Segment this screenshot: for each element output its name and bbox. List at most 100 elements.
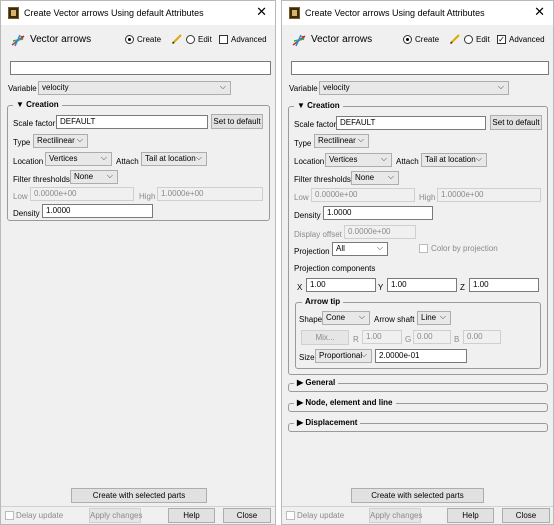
color-by-projection-label: Color by projection	[431, 244, 498, 253]
type-label: Type	[294, 139, 312, 148]
title-bar: Create Vector arrows Using default Attri…	[1, 1, 275, 25]
chevron-down-icon: ⌵	[195, 153, 202, 162]
x-input[interactable]: 1.00	[306, 278, 376, 292]
displacement-section-title[interactable]: ▶ Displacement	[294, 418, 361, 427]
attach-value: Tail at location	[145, 154, 196, 163]
close-button[interactable]: Close	[502, 508, 550, 523]
edit-radio[interactable]	[464, 35, 473, 44]
title-bar: Create Vector arrows Using default Attri…	[282, 1, 553, 25]
apply-changes-button[interactable]: Apply changes	[369, 508, 422, 523]
name-input[interactable]	[291, 61, 549, 75]
help-button[interactable]: Help	[447, 508, 494, 523]
creation-title[interactable]: ▼ Creation	[294, 101, 343, 110]
chevron-down-icon: ⌵	[475, 154, 482, 163]
scale-factor-input[interactable]: DEFAULT	[336, 116, 486, 130]
advanced-checkbox[interactable]	[219, 35, 228, 44]
advanced-label: Advanced	[509, 35, 545, 44]
name-input[interactable]	[10, 61, 271, 75]
advanced-label: Advanced	[231, 35, 267, 44]
g-input[interactable]: 0.00	[413, 330, 451, 344]
density-input[interactable]: 1.0000	[42, 204, 153, 218]
arrow-shaft-select[interactable]: Line ⌵	[417, 311, 451, 325]
filter-value: None	[355, 173, 375, 182]
apply-changes-button[interactable]: Apply changes	[89, 508, 142, 523]
scale-factor-input[interactable]: DEFAULT	[56, 115, 208, 129]
g-label: G	[405, 335, 412, 344]
attach-select[interactable]: Tail at location ⌵	[421, 153, 487, 167]
filter-thresholds-label: Filter thresholds	[13, 175, 70, 184]
header-title: Vector arrows	[311, 34, 373, 45]
node-element-line-section-title[interactable]: ▶ Node, element and line	[294, 398, 396, 407]
display-offset-input[interactable]: 0.0000e+00	[344, 225, 416, 239]
density-input[interactable]: 1.0000	[323, 206, 433, 220]
high-input[interactable]: 1.0000e+00	[157, 187, 263, 201]
projection-value: All	[336, 244, 345, 253]
create-with-selected-parts-button[interactable]: Create with selected parts	[351, 488, 484, 503]
high-input[interactable]: 1.0000e+00	[437, 188, 541, 202]
mix-button[interactable]: Mix...	[301, 330, 349, 345]
type-select[interactable]: Rectilinear ⌵	[33, 134, 88, 148]
divider	[282, 506, 553, 507]
close-icon[interactable]: ✕	[534, 5, 545, 19]
shape-select[interactable]: Cone ⌵	[322, 311, 370, 325]
create-radio[interactable]	[403, 35, 412, 44]
z-input[interactable]: 1.00	[469, 278, 539, 292]
delay-update-label: Delay update	[297, 511, 345, 520]
node-element-line-section-label: Node, element and line	[305, 398, 393, 407]
filter-select[interactable]: None ⌵	[70, 170, 118, 184]
b-label: B	[454, 335, 460, 344]
set-to-default-button[interactable]: Set to default	[490, 115, 542, 130]
size-select[interactable]: Proportional ⌵	[315, 349, 372, 363]
chevron-down-icon: ⌵	[219, 82, 226, 91]
color-by-projection-checkbox[interactable]	[419, 244, 428, 253]
type-value: Rectilinear	[318, 136, 356, 145]
size-number-input[interactable]: 2.0000e-01	[375, 349, 467, 363]
edit-label: Edit	[476, 35, 490, 44]
r-input[interactable]: 1.00	[362, 330, 402, 344]
pencil-icon	[449, 34, 460, 45]
projection-label: Projection	[294, 247, 330, 256]
create-with-selected-parts-button[interactable]: Create with selected parts	[71, 488, 207, 503]
attach-select[interactable]: Tail at location ⌵	[141, 152, 207, 166]
location-select[interactable]: Vertices ⌵	[325, 153, 392, 167]
location-value: Vertices	[49, 154, 78, 163]
y-input[interactable]: 1.00	[387, 278, 457, 292]
close-button[interactable]: Close	[223, 508, 271, 523]
location-select[interactable]: Vertices ⌵	[45, 152, 112, 166]
arrow-tip-title: Arrow tip	[302, 297, 344, 306]
variable-select[interactable]: velocity ⌵	[38, 81, 231, 95]
filter-select[interactable]: None ⌵	[351, 171, 399, 185]
divider	[1, 506, 275, 507]
density-label: Density	[13, 209, 40, 218]
general-section-title[interactable]: ▶ General	[294, 378, 339, 387]
creation-title[interactable]: ▼ Creation	[13, 100, 62, 109]
attach-label: Attach	[396, 157, 419, 166]
create-label: Create	[415, 35, 440, 44]
variable-label: Variable	[289, 84, 318, 93]
chevron-down-icon: ⌵	[439, 312, 446, 321]
window-title: Create Vector arrows Using default Attri…	[305, 8, 485, 18]
chevron-down-icon: ⌵	[100, 153, 107, 162]
type-select[interactable]: Rectilinear ⌵	[314, 134, 369, 148]
window-title: Create Vector arrows Using default Attri…	[24, 8, 204, 18]
chevron-down-icon: ⌵	[106, 171, 113, 180]
create-label: Create	[137, 35, 162, 44]
b-input[interactable]: 0.00	[463, 330, 501, 344]
edit-radio[interactable]	[186, 35, 195, 44]
set-to-default-button[interactable]: Set to default	[211, 114, 263, 129]
help-button[interactable]: Help	[168, 508, 215, 523]
variable-select[interactable]: velocity ⌵	[319, 81, 509, 95]
app-icon	[8, 7, 19, 19]
delay-update-checkbox[interactable]	[286, 511, 295, 520]
low-input[interactable]: 0.0000e+00	[30, 187, 134, 201]
low-input[interactable]: 0.0000e+00	[311, 188, 415, 202]
chevron-down-icon: ⌵	[358, 312, 365, 321]
advanced-checkbox[interactable]: ✓	[497, 35, 506, 44]
close-icon[interactable]: ✕	[256, 5, 267, 19]
display-offset-label: Display offset	[294, 230, 342, 239]
attach-value: Tail at location	[425, 155, 476, 164]
create-radio[interactable]	[125, 35, 134, 44]
location-value: Vertices	[329, 155, 358, 164]
delay-update-checkbox[interactable]	[5, 511, 14, 520]
projection-select[interactable]: All ⌵	[332, 242, 388, 256]
